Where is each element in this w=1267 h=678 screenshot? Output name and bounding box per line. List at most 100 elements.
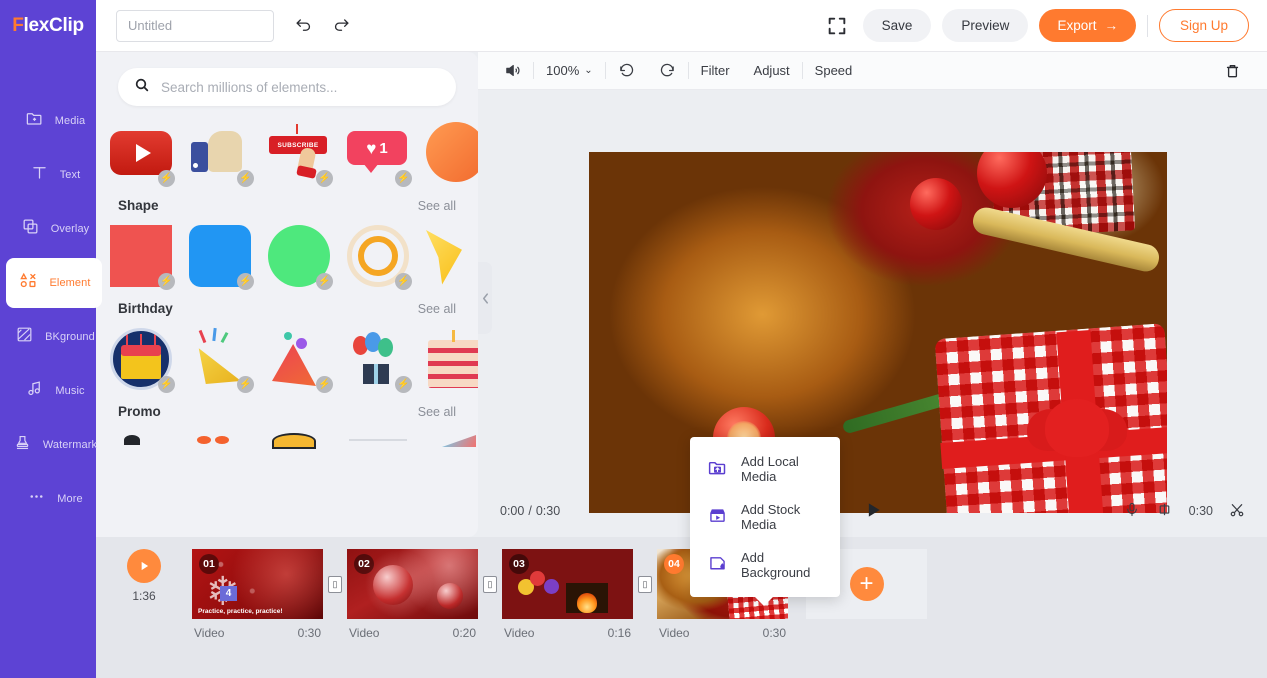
left-sidebar: Media Text Overlay Element BKground Musi…: [0, 52, 102, 678]
promo-element-5[interactable]: [426, 431, 478, 493]
animated-badge-icon: ⚡: [158, 273, 175, 290]
animated-badge-icon: ⚡: [316, 273, 333, 290]
video-preview[interactable]: [589, 152, 1167, 513]
see-all-shape[interactable]: See all: [418, 199, 456, 213]
fullscreen-icon[interactable]: [826, 15, 848, 37]
clip-duration: 0:16: [607, 626, 631, 640]
gift-bow: [1045, 399, 1109, 457]
promo-element-1[interactable]: [110, 431, 172, 493]
crop-icon[interactable]: [1156, 501, 1173, 521]
sidebar-label: Overlay: [50, 223, 90, 235]
project-title-input[interactable]: [116, 9, 274, 42]
flexclip-logo[interactable]: FlexClip: [0, 0, 96, 52]
top-header: FlexClip Save Preview Export → Sign Up: [0, 0, 1267, 52]
menu-item-label: Add Local Media: [741, 454, 799, 484]
clip-type: Video: [659, 626, 690, 640]
signup-button[interactable]: Sign Up: [1158, 9, 1249, 42]
like-count: 1: [379, 139, 388, 157]
preview-button[interactable]: Preview: [942, 9, 1029, 42]
filter-button[interactable]: Filter: [689, 52, 742, 90]
animated-badge-icon: ⚡: [316, 170, 333, 187]
subscribe-button-element[interactable]: SUBSCRIBE ⚡: [268, 122, 333, 187]
orange-ring-shape[interactable]: ⚡: [347, 225, 412, 290]
see-all-promo[interactable]: See all: [418, 405, 456, 419]
search-area: [96, 52, 478, 114]
thumbs-up-element[interactable]: ⚡: [189, 122, 254, 187]
sidebar-item-watermark[interactable]: Watermark: [0, 418, 97, 472]
clip-thumbnail[interactable]: ❄ 4 Practice, practice, practice! 01: [192, 549, 323, 619]
birthday-cake-element[interactable]: ⚡: [110, 328, 175, 393]
animated-badge-icon: ⚡: [395, 376, 412, 393]
undo-icon[interactable]: [288, 11, 318, 41]
transition-icon[interactable]: ▯: [328, 576, 342, 593]
sidebar-label: Music: [55, 385, 85, 397]
search-input[interactable]: [161, 79, 440, 95]
animated-badge-icon: ⚡: [316, 376, 333, 393]
timeline-clip[interactable]: 02 Video 0:20: [347, 549, 478, 640]
balloons-gift-element[interactable]: ⚡: [347, 328, 412, 393]
menu-item-add-local-media[interactable]: Add Local Media: [690, 445, 840, 493]
sidebar-item-element[interactable]: Element: [0, 256, 102, 310]
ornament-graphic: [437, 583, 463, 609]
folder-upload-icon: [707, 457, 728, 481]
timeline: 1:36 ❄ 4 Practice, practice, practice! 0…: [96, 537, 1267, 678]
orange-circle-element[interactable]: [426, 122, 478, 184]
sidebar-item-bkground[interactable]: BKground: [0, 310, 96, 364]
rotate-left-icon[interactable]: [606, 52, 647, 90]
microphone-icon[interactable]: [1124, 501, 1140, 521]
sidebar-item-overlay[interactable]: Overlay: [0, 202, 96, 256]
speed-button[interactable]: Speed: [803, 52, 865, 90]
adjust-button[interactable]: Adjust: [742, 52, 802, 90]
save-button[interactable]: Save: [862, 9, 932, 42]
candle-cake-element[interactable]: [426, 328, 478, 390]
volume-icon[interactable]: [492, 52, 533, 90]
promo-element-3[interactable]: [268, 431, 330, 493]
see-all-birthday[interactable]: See all: [418, 302, 456, 316]
arrow-right-icon: →: [1104, 18, 1118, 33]
transition-icon[interactable]: ▯: [483, 576, 497, 593]
clip-thumbnail[interactable]: 02: [347, 549, 478, 619]
export-button[interactable]: Export →: [1039, 9, 1136, 42]
rotate-right-icon[interactable]: [647, 52, 688, 90]
section-title: Promo: [118, 404, 161, 419]
scissors-icon[interactable]: [1229, 502, 1245, 521]
sidebar-item-more[interactable]: More: [0, 472, 96, 526]
menu-item-add-stock-media[interactable]: Add Stock Media: [690, 493, 840, 541]
youtube-play-element[interactable]: ⚡: [110, 122, 175, 187]
zoom-level-dropdown[interactable]: 100% ⌄: [534, 52, 605, 90]
search-icon: [134, 77, 150, 98]
animated-badge-icon: ⚡: [237, 170, 254, 187]
clip-duration: 0:20: [452, 626, 476, 640]
shape-elements-row: ⚡ ⚡ ⚡ ⚡: [96, 217, 478, 290]
animated-badge-icon: ⚡: [237, 273, 254, 290]
elements-panel: ⚡ ⚡ SUBSCRIBE ⚡ ♥ 1 ⚡: [96, 52, 478, 537]
birthday-elements-row: ⚡ ⚡ ⚡ ⚡: [96, 320, 478, 393]
menu-item-label: Add Background: [741, 550, 811, 580]
collapse-panel-handle[interactable]: [478, 262, 492, 334]
sidebar-item-text[interactable]: Text: [0, 148, 96, 202]
sidebar-item-music[interactable]: Music: [0, 364, 96, 418]
search-box[interactable]: [118, 68, 456, 106]
blue-rounded-shape[interactable]: ⚡: [189, 225, 254, 290]
red-square-shape[interactable]: ⚡: [110, 225, 175, 290]
heart-like-element[interactable]: ♥ 1 ⚡: [347, 122, 412, 187]
clip-thumbnail[interactable]: 03: [502, 549, 633, 619]
yellow-star-shape[interactable]: [426, 225, 478, 287]
party-popper-element[interactable]: ⚡: [189, 327, 254, 393]
fireplace-graphic: [566, 583, 608, 613]
party-hat-element[interactable]: ⚡: [268, 328, 333, 393]
transition-icon[interactable]: ▯: [638, 576, 652, 593]
timeline-clip[interactable]: ❄ 4 Practice, practice, practice! 01 Vid…: [192, 549, 323, 640]
redo-icon[interactable]: [326, 11, 356, 41]
canvas-area: 100% ⌄ Filter Adjust Speed 0:00 / 0:30 0…: [478, 52, 1267, 537]
sidebar-item-media[interactable]: Media: [0, 94, 96, 148]
trash-icon[interactable]: [1212, 52, 1253, 90]
timeline-clip[interactable]: 03 Video 0:16: [502, 549, 633, 640]
timeline-play-button[interactable]: [127, 549, 161, 583]
promo-element-2[interactable]: [189, 431, 251, 493]
logo-text: FlexClip: [12, 15, 84, 37]
green-circle-shape[interactable]: ⚡: [268, 225, 333, 290]
play-button[interactable]: [863, 500, 883, 523]
menu-item-add-background[interactable]: Add Background: [690, 541, 840, 589]
promo-element-4[interactable]: [347, 431, 409, 493]
